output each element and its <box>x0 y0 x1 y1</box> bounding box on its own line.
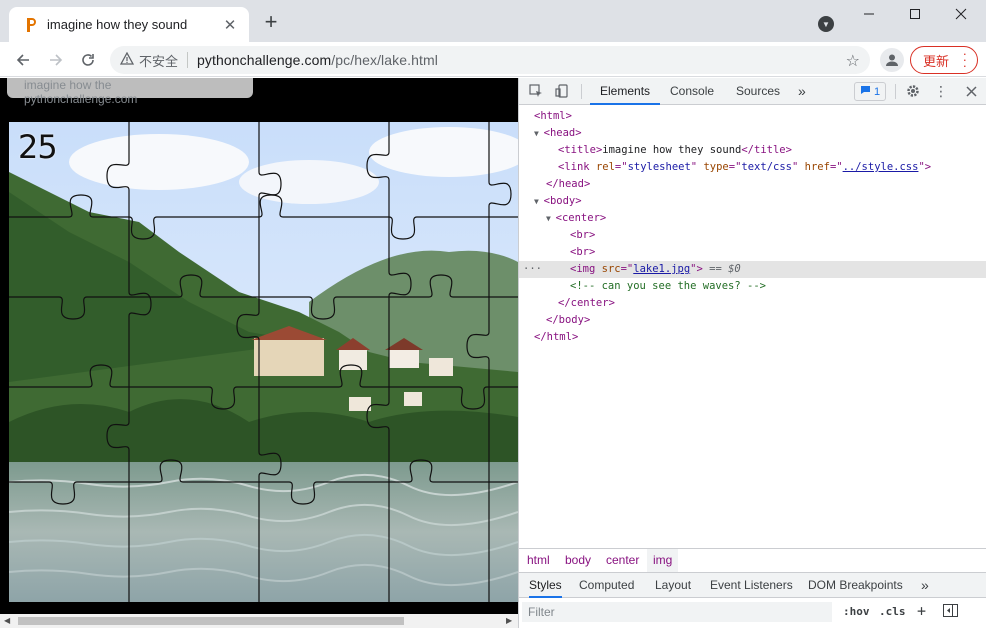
dom-node-body-close[interactable]: </body> <box>519 312 986 329</box>
dom-tree: <html> ▼ <head> <title>imagine how they … <box>519 106 986 548</box>
hover-card-domain: pythonchallenge.com <box>24 92 138 106</box>
window-minimize-button[interactable] <box>846 0 892 28</box>
tab-event-listeners[interactable]: Event Listeners <box>710 573 793 598</box>
puzzle-number: 25 <box>18 128 58 166</box>
browser-tab[interactable]: imagine how they sound ✕ <box>9 7 249 42</box>
hover-state-toggle[interactable]: :hov <box>843 605 870 618</box>
url-text[interactable]: pythonchallenge.com/pc/hex/lake.html <box>197 52 438 68</box>
bookmark-star-icon[interactable]: ☆ <box>846 51 860 71</box>
dom-node-head-close[interactable]: </head> <box>519 176 986 193</box>
tab-computed[interactable]: Computed <box>579 573 634 598</box>
new-tab-button[interactable]: + <box>260 9 282 34</box>
breadcrumb: html body center img <box>519 548 986 572</box>
node-actions-icon[interactable]: ··· <box>523 261 542 278</box>
dom-node-head[interactable]: ▼ <head> <box>519 125 986 142</box>
back-button[interactable] <box>11 48 35 72</box>
tab-title: imagine how they sound <box>47 17 188 32</box>
tab-console[interactable]: Console <box>670 78 714 105</box>
class-toggle[interactable]: .cls <box>879 605 906 618</box>
tab-sources[interactable]: Sources <box>736 78 780 105</box>
scrollbar-thumb[interactable] <box>18 617 404 625</box>
tab-styles[interactable]: Styles <box>529 573 562 598</box>
more-style-tabs-icon[interactable]: » <box>921 573 929 598</box>
window-maximize-button[interactable] <box>892 0 938 28</box>
url-path: /pc/hex/lake.html <box>331 52 438 68</box>
update-button[interactable]: 更新 · · · <box>910 46 978 74</box>
issues-badge[interactable]: 1 <box>854 82 886 101</box>
styles-tab-bar: Styles Computed Layout Event Listeners D… <box>519 572 986 598</box>
lake-puzzle-image: 25 <box>9 122 518 602</box>
warning-icon <box>119 51 135 68</box>
url-host: pythonchallenge.com <box>197 52 332 68</box>
breadcrumb-center[interactable]: center <box>600 549 645 572</box>
breadcrumb-html[interactable]: html <box>521 549 556 572</box>
issues-count: 1 <box>873 85 881 98</box>
dom-node-html[interactable]: <html> <box>519 108 986 125</box>
customize-menu-icon[interactable]: ⋮ <box>932 82 950 100</box>
insecure-label: 不安全 <box>139 53 179 69</box>
toggle-sidebar-icon[interactable] <box>943 604 958 620</box>
dom-node-center[interactable]: ▼ <center> <box>519 210 986 227</box>
python-favicon-icon <box>23 17 39 33</box>
window-close-button[interactable] <box>938 0 984 28</box>
expand-triangle-icon[interactable]: ▼ <box>534 129 544 138</box>
breadcrumb-body[interactable]: body <box>559 549 597 572</box>
tab-close-icon[interactable]: ✕ <box>221 16 239 34</box>
horizontal-scrollbar[interactable]: ◀ ▶ <box>0 614 518 628</box>
message-icon <box>860 85 871 98</box>
browser-toolbar: 不安全 pythonchallenge.com/pc/hex/lake.html… <box>0 42 986 77</box>
dom-node-link[interactable]: <link rel="stylesheet" type="text/css" h… <box>519 159 986 176</box>
dom-node-center-close[interactable]: </center> <box>519 295 986 312</box>
dom-node-html-close[interactable]: </html> <box>519 329 986 346</box>
dom-node-title[interactable]: <title>imagine how they sound</title> <box>519 142 986 159</box>
dom-node-br[interactable]: <br> <box>519 244 986 261</box>
tab-hover-card: imagine how the pythonchallenge.com <box>7 78 253 106</box>
dom-node-img-selected[interactable]: ··· <img src="lake1.jpg"> == $0 <box>519 261 986 278</box>
dom-node-body[interactable]: ▼ <body> <box>519 193 986 210</box>
page-viewport: 25 imagine how the pythonchallenge.com <box>0 78 518 614</box>
omnibox-divider <box>187 52 189 68</box>
expand-triangle-icon[interactable]: ▼ <box>534 197 544 206</box>
forward-button[interactable] <box>44 48 68 72</box>
toolbar-divider <box>895 84 896 99</box>
tab-layout[interactable]: Layout <box>655 573 691 598</box>
dom-node-comment[interactable]: <!-- can you see the waves? --> <box>519 278 986 295</box>
devtools-panel: Elements Console Sources » 1 ⋮ <html> ▼ … <box>518 78 986 628</box>
scroll-left-icon[interactable]: ◀ <box>4 616 10 625</box>
device-toolbar-icon[interactable] <box>553 82 571 100</box>
styles-filter-input[interactable]: Filter <box>522 602 832 622</box>
devtools-tab-bar: Elements Console Sources » 1 ⋮ <box>519 78 986 105</box>
inspect-element-icon[interactable] <box>527 82 545 100</box>
styles-filter-bar: Filter :hov .cls + <box>519 598 986 628</box>
reload-button[interactable] <box>76 48 100 72</box>
hover-card-title: imagine how the <box>24 78 112 92</box>
security-indicator[interactable]: 不安全 <box>119 51 179 70</box>
menu-dots-icon: · · · <box>962 46 967 73</box>
dom-node-br[interactable]: <br> <box>519 227 986 244</box>
profile-avatar-icon[interactable] <box>880 48 904 72</box>
breadcrumb-img[interactable]: img <box>647 549 679 572</box>
stylesheet-link[interactable]: ../style.css <box>843 161 919 173</box>
tab-elements[interactable]: Elements <box>590 78 661 105</box>
scroll-right-icon[interactable]: ▶ <box>506 616 512 625</box>
address-bar[interactable]: 不安全 pythonchallenge.com/pc/hex/lake.html… <box>110 46 870 74</box>
expand-triangle-icon[interactable]: ▼ <box>546 214 556 223</box>
close-devtools-icon[interactable] <box>962 82 980 100</box>
tab-dom-breakpoints[interactable]: DOM Breakpoints <box>808 573 903 598</box>
image-src-link[interactable]: lake1.jpg <box>633 263 690 275</box>
new-style-rule-icon[interactable]: + <box>917 602 926 620</box>
toolbar-divider <box>581 84 582 99</box>
tab-strip: imagine how they sound ✕ + ▼ <box>0 0 986 42</box>
settings-gear-icon[interactable] <box>904 82 922 100</box>
tab-search-icon[interactable]: ▼ <box>818 16 834 32</box>
more-tabs-icon[interactable]: » <box>798 78 806 105</box>
update-label: 更新 <box>923 53 950 69</box>
